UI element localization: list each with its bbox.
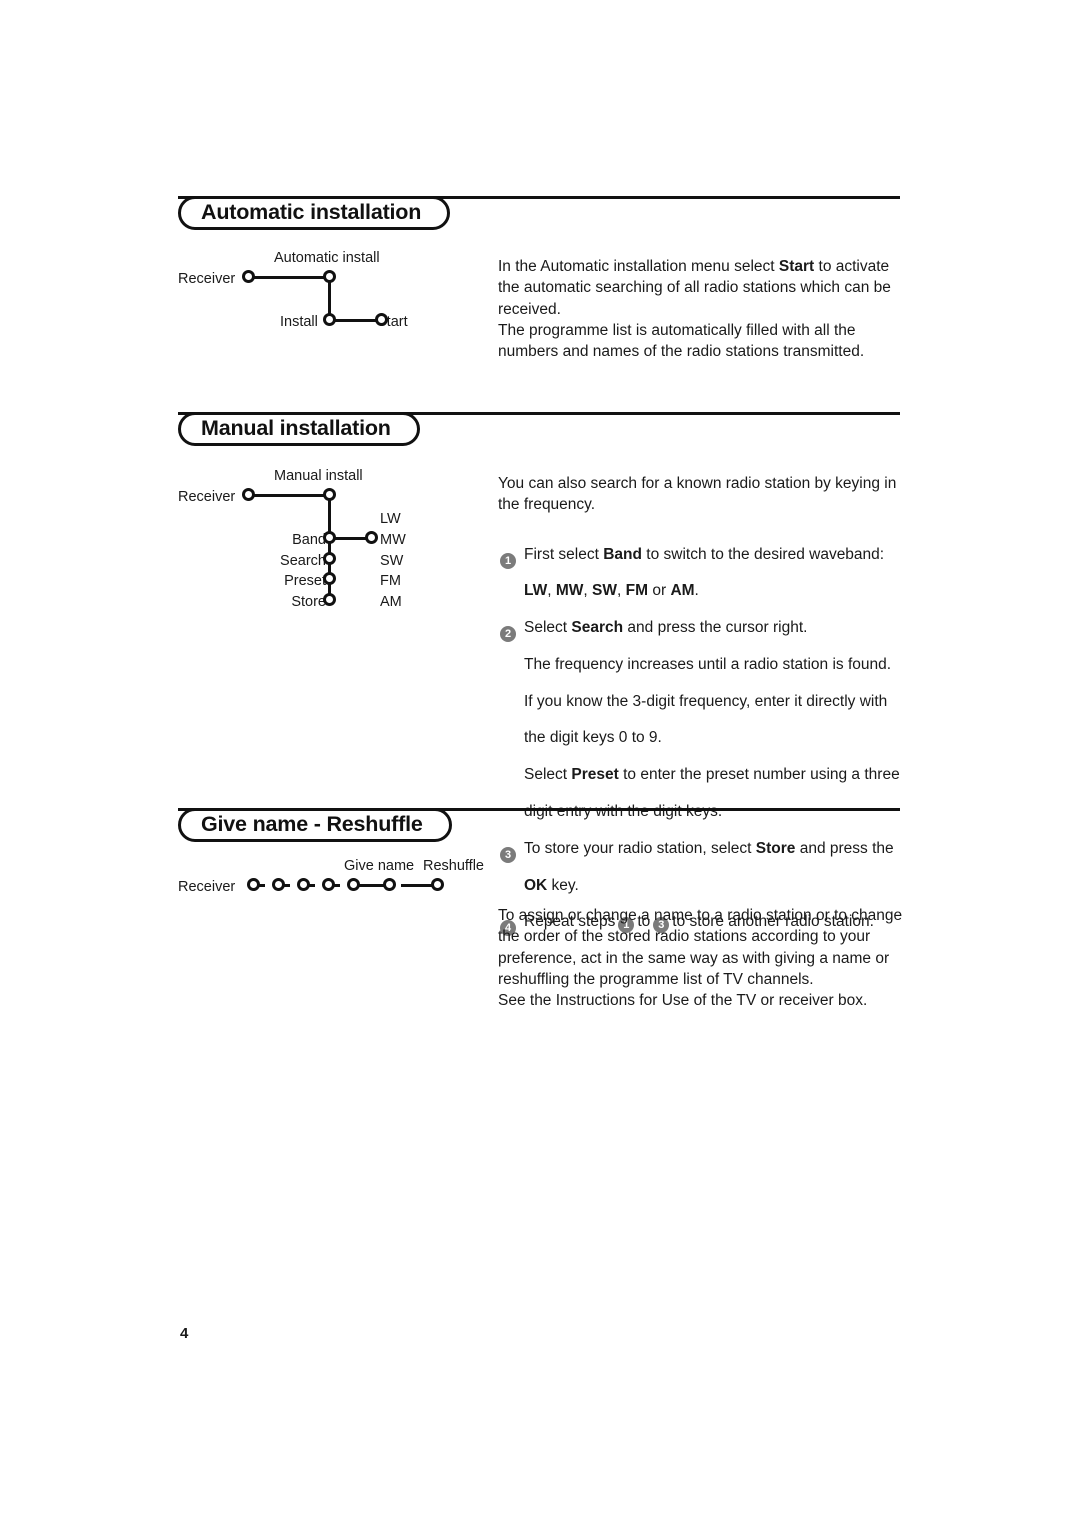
- node-search[interactable]: [323, 552, 336, 565]
- node-install[interactable]: [323, 313, 336, 326]
- diagram-manual-install: Receiver Manual install Band Search Pres…: [178, 466, 500, 626]
- node-manual-install[interactable]: [323, 488, 336, 501]
- section-title: Give name - Reshuffle: [201, 812, 423, 837]
- body-line: the digit keys 0 to 9.: [524, 729, 662, 747]
- section-title-pill: Give name - Reshuffle: [178, 808, 452, 842]
- step-item: 1 First select Band to switch to the des…: [500, 544, 910, 602]
- step-item: 2 Select Search and press the cursor rig…: [500, 617, 910, 822]
- diagram-label-band-am: AM: [380, 594, 402, 610]
- node-automatic-install[interactable]: [323, 270, 336, 283]
- node-menu-2[interactable]: [272, 878, 285, 891]
- manual-page: Automatic installation Receiver Automati…: [0, 0, 1080, 1528]
- node-store[interactable]: [323, 593, 336, 606]
- body-line: LW, MW, SW, FM or AM.: [524, 582, 699, 600]
- body-line: Select Preset to enter the preset number…: [524, 766, 900, 784]
- body-line: preference, act in the same way as with …: [498, 949, 890, 967]
- diagram-label-preset: Preset: [284, 573, 326, 589]
- body-line: the order of the stored radio stations a…: [498, 928, 871, 946]
- step-badge-1: 1: [500, 547, 516, 569]
- body-line: First select Band to switch to the desir…: [524, 545, 885, 563]
- body-line: To assign or change a name to a radio st…: [498, 907, 903, 924]
- section-header-give-name-reshuffle: Give name - Reshuffle: [178, 808, 1080, 844]
- body-line: OK key.: [524, 876, 579, 894]
- body-line: numbers and names of the radio stations …: [498, 343, 865, 361]
- diagram-label-store: Store: [291, 594, 326, 610]
- body-line: the automatic searching of all radio sta…: [498, 279, 891, 297]
- diagram-label-band-lw: LW: [380, 511, 401, 527]
- give-name-reshuffle-body: To assign or change a name to a radio st…: [498, 905, 908, 1011]
- diagram-label-receiver: Receiver: [178, 271, 236, 287]
- node-receiver[interactable]: [247, 878, 260, 891]
- page-number: 4: [180, 1325, 189, 1342]
- node-start[interactable]: [375, 313, 388, 326]
- diagram-label-band: Band: [292, 532, 326, 548]
- diagram-label-band-mw: MW: [380, 532, 406, 548]
- diagram-label-receiver: Receiver: [178, 879, 236, 895]
- node-band[interactable]: [323, 531, 336, 544]
- node-receiver[interactable]: [242, 488, 255, 501]
- diagram-label-reshuffle: Reshuffle: [423, 858, 484, 874]
- node-give-name[interactable]: [383, 878, 396, 891]
- body-line: Select Search and press the cursor right…: [524, 619, 808, 637]
- diagram-label-install: Install: [280, 314, 318, 330]
- manual-installation-intro: You can also search for a known radio st…: [498, 473, 908, 516]
- body-line: The programme list is automatically fill…: [498, 321, 856, 339]
- body-line: reshuffling the programme list of TV cha…: [498, 970, 814, 988]
- body-line: received.: [498, 300, 561, 318]
- section-title: Manual installation: [201, 416, 391, 441]
- diagram-label-band-sw: SW: [380, 553, 404, 569]
- manual-installation-steps: 1 First select Band to switch to the des…: [500, 528, 910, 949]
- page-title: Automatic installation: [201, 200, 422, 225]
- node-menu-5[interactable]: [347, 878, 360, 891]
- connector-receiver-to-manual: [248, 494, 330, 497]
- body-line: See the Instructions for Use of the TV o…: [498, 992, 868, 1010]
- diagram-label-manual-install: Manual install: [274, 468, 363, 484]
- node-menu-3[interactable]: [297, 878, 310, 891]
- node-band-mw[interactable]: [365, 531, 378, 544]
- body-line: The frequency increases until a radio st…: [524, 655, 892, 673]
- node-preset[interactable]: [323, 572, 336, 585]
- node-receiver[interactable]: [242, 270, 255, 283]
- section-title-pill: Manual installation: [178, 412, 420, 446]
- body-line: In the Automatic installation menu selec…: [498, 258, 890, 275]
- diagram-label-give-name: Give name: [344, 858, 415, 874]
- diagram-automatic-install: Receiver Automatic install Install Start: [178, 248, 500, 338]
- diagram-label-automatic-install: Automatic install: [274, 250, 380, 266]
- step-badge-2: 2: [500, 620, 516, 643]
- diagram-label-search: Search: [280, 553, 326, 569]
- diagram-give-name-reshuffle: Receiver Give name Reshuffle: [178, 858, 500, 908]
- section-header-automatic-installation: Automatic installation: [178, 196, 1080, 232]
- step-item: 3 To store your radio station, select St…: [500, 838, 910, 896]
- connector-manual-menu-spine: [328, 494, 331, 602]
- connector-receiver-to-automatic: [248, 276, 330, 279]
- diagram-label-band-fm: FM: [380, 573, 401, 589]
- body-line: You can also search for a known radio st…: [498, 475, 897, 492]
- node-reshuffle[interactable]: [431, 878, 444, 891]
- diagram-label-receiver: Receiver: [178, 489, 236, 505]
- body-line: If you know the 3-digit frequency, enter…: [524, 692, 888, 710]
- node-menu-4[interactable]: [322, 878, 335, 891]
- step-badge-3: 3: [500, 841, 516, 863]
- section-title-pill: Automatic installation: [178, 196, 451, 230]
- automatic-installation-body: In the Automatic installation menu selec…: [498, 256, 908, 362]
- section-header-manual-installation: Manual installation: [178, 412, 1080, 448]
- body-line: the frequency.: [498, 496, 596, 514]
